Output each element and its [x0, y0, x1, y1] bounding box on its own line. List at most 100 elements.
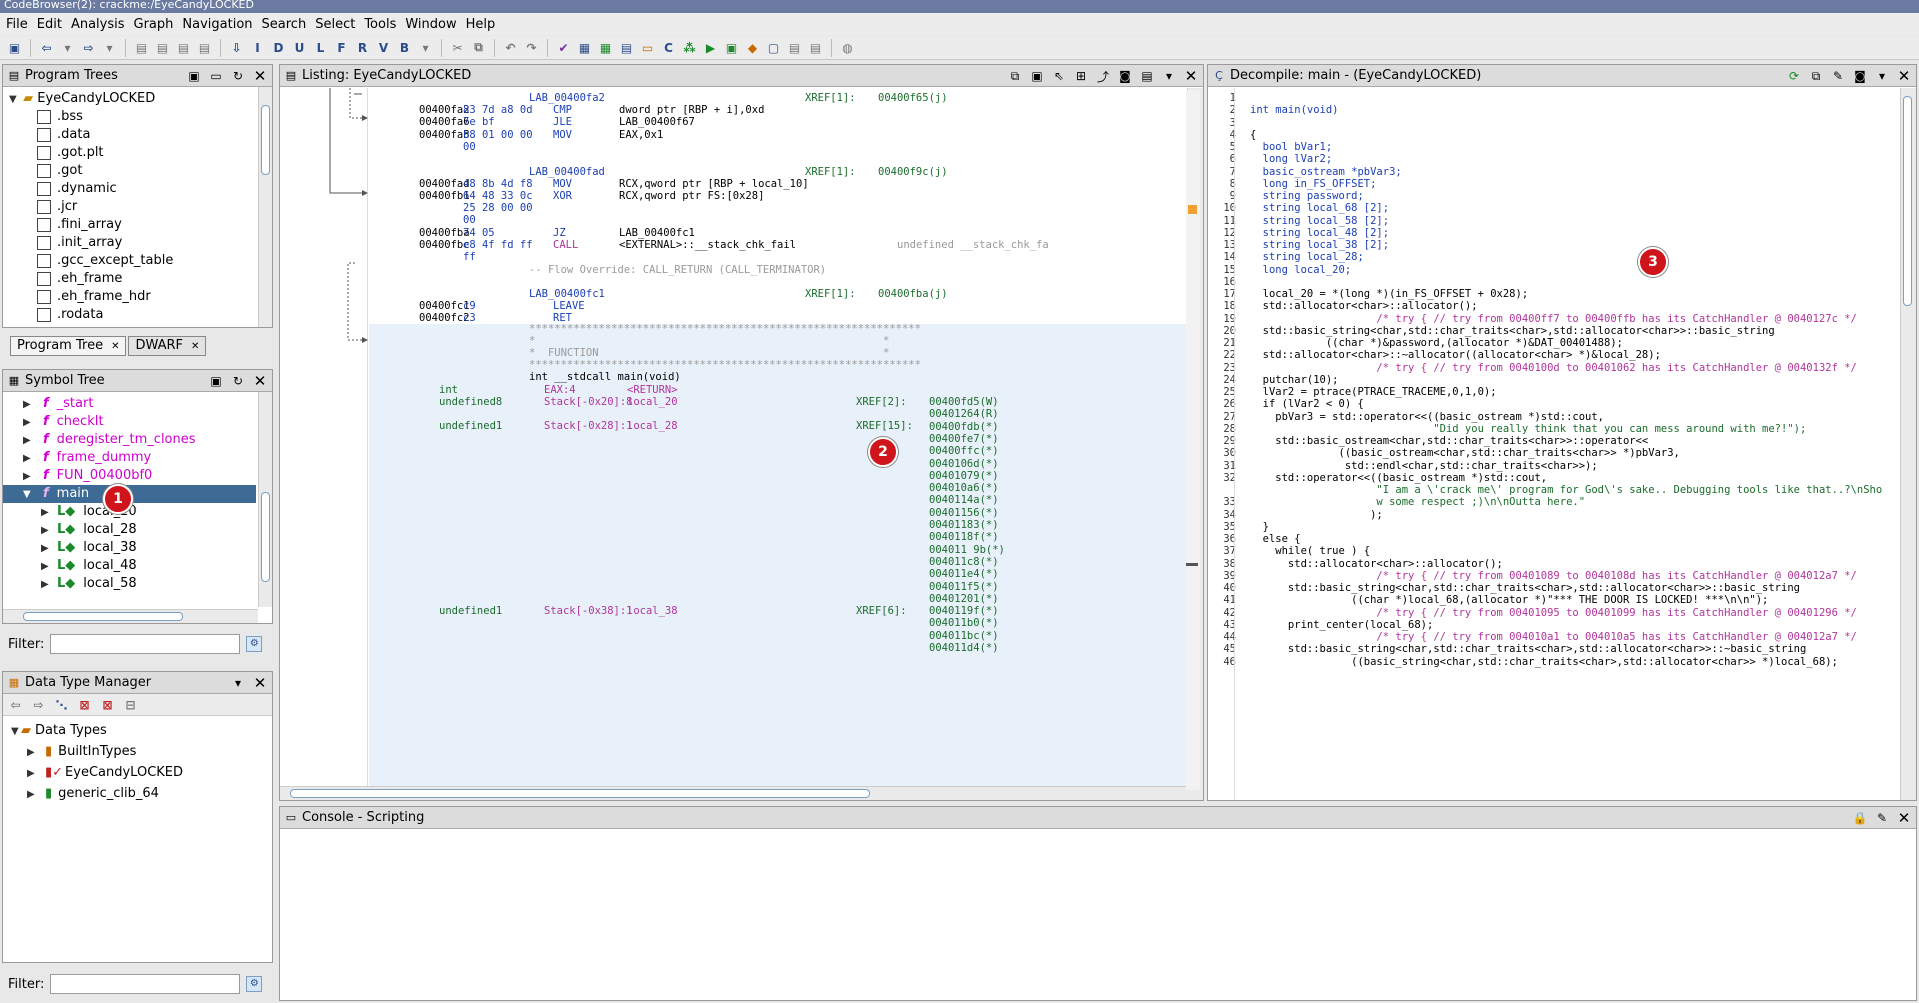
next-function-icon[interactable]: ▤ [196, 39, 213, 56]
decompile-line[interactable]: 37 while( true ) { [1212, 545, 1370, 557]
decompile-line[interactable]: 30 ((basic_ostream<char,std::char_traits… [1212, 447, 1680, 459]
listing-xref-label[interactable]: XREF[1]: [805, 92, 856, 104]
non-function-icon[interactable]: R [354, 39, 371, 56]
section-item[interactable]: .got [3, 162, 272, 180]
listing-function-border[interactable]: ****************************************… [529, 359, 921, 371]
listing-comment[interactable]: undefined __stack_chk_fa [897, 239, 1049, 251]
menu-help[interactable]: Help [466, 17, 496, 32]
history-dropdown-icon[interactable]: ▾ [59, 39, 76, 56]
listing-operand[interactable]: RCX,qword ptr FS:[0x28] [619, 190, 764, 202]
listing-address[interactable]: 00400fa6 [419, 116, 470, 128]
close-icon[interactable]: ✕ [1183, 67, 1199, 85]
scroll-thumb[interactable] [290, 789, 870, 798]
menu-analysis[interactable]: Analysis [71, 17, 125, 32]
value-icon[interactable]: V [375, 39, 392, 56]
listing-bytes[interactable]: ff [463, 251, 476, 263]
check-icon[interactable]: ✔ [555, 39, 572, 56]
close-icon[interactable]: ✕ [252, 372, 268, 390]
listing-xref-address[interactable]: 00400fba(j) [878, 288, 948, 300]
decompile-line[interactable]: 36 else { [1212, 533, 1300, 545]
listing-mnemonic[interactable]: JLE [553, 116, 572, 128]
listing-xref-address[interactable]: 0040118f(*) [929, 531, 999, 543]
listing-xref-address[interactable]: 004011c8(*) [929, 556, 999, 568]
decompile-line[interactable]: 7 basic_ostream *pbVar3; [1212, 166, 1402, 178]
decompile-line[interactable]: 44 /* try { // try from 004010a1 to 0040… [1212, 631, 1857, 643]
listing-address[interactable]: 00400fba [419, 227, 470, 239]
decompile-line[interactable]: 20 std::basic_string<char,std::char_trai… [1212, 325, 1774, 337]
function-item[interactable]: ▶ f FUN_00400bf0 [3, 467, 272, 485]
local-var-item[interactable]: ▶L◆local_20 [3, 503, 272, 521]
listing-param-location[interactable]: Stack[-0x38]:1 [544, 605, 633, 617]
history-dropdown-icon[interactable]: ▾ [101, 39, 118, 56]
listing-xref-address[interactable]: 004011d4(*) [929, 642, 999, 654]
instruction-icon[interactable]: I [249, 39, 266, 56]
data-type-archive[interactable]: ▶ ▮ generic_clib_64 [3, 785, 272, 806]
decompile-line[interactable]: 22 std::allocator<char>::~allocator((all… [1212, 349, 1661, 361]
close-icon[interactable]: ✕ [252, 67, 268, 85]
horizontal-scrollbar[interactable] [3, 609, 258, 623]
listing-xref-address[interactable]: 00400f65(j) [878, 92, 948, 104]
vertical-scrollbar[interactable] [258, 87, 272, 327]
decompile-line[interactable]: 34 ); [1212, 509, 1382, 521]
listing-xref-address[interactable]: 004011bc(*) [929, 630, 999, 642]
folder-icon[interactable]: ▭ [639, 39, 656, 56]
save-icon[interactable]: ▣ [6, 39, 23, 56]
menu-edit[interactable]: Edit [37, 17, 62, 32]
section-item[interactable]: .got.plt [3, 144, 272, 162]
forward-icon[interactable]: ⇨ [30, 696, 47, 713]
decompile-line[interactable]: 27 pbVar3 = std::operator<<((basic_ostre… [1212, 411, 1604, 423]
listing-function-border[interactable]: ****************************************… [529, 323, 921, 335]
help-icon[interactable]: ◍ [839, 39, 856, 56]
decompile-line[interactable]: 41 ((char *)local_68,(allocator *)"*** T… [1212, 594, 1768, 606]
defined-strings-icon[interactable]: ▦ [597, 39, 614, 56]
listing-xref-label[interactable]: XREF[2]: [856, 396, 907, 408]
listing-xref-address[interactable]: 0040114a(*) [929, 494, 999, 506]
section-item[interactable]: .eh_frame [3, 270, 272, 288]
listing-address[interactable]: 00400fc1 [419, 300, 470, 312]
listing-mnemonic[interactable]: MOV [553, 178, 572, 190]
filter-options-icon[interactable]: ⚙ [246, 976, 263, 992]
copy-icon[interactable]: ⧉ [470, 39, 487, 56]
decompile-line[interactable]: 29 std::basic_ostream<char,std::char_tra… [1212, 435, 1648, 447]
listing-xref-address[interactable]: 004010a6(*) [929, 482, 999, 494]
collapse-icon[interactable]: ⊟ [122, 696, 139, 713]
listing-mnemonic[interactable]: XOR [553, 190, 572, 202]
function-item[interactable]: ▶ f frame_dummy [3, 449, 272, 467]
decompile-line[interactable]: 13 string local_38 [2]; [1212, 239, 1389, 251]
back-icon[interactable]: ⇦ [7, 696, 24, 713]
flow-arrows-icon[interactable]: ⤴ [1095, 68, 1111, 85]
cut-icon[interactable]: ✂ [449, 39, 466, 56]
listing-operand[interactable]: LAB_00400f67 [619, 116, 695, 128]
listing-xref-address[interactable]: 00400f9c(j) [878, 166, 948, 178]
label-icon[interactable]: L [312, 39, 329, 56]
listing-address[interactable]: 00400fa8 [419, 129, 470, 141]
listing-xref-label[interactable]: XREF[1]: [805, 166, 856, 178]
close-icon[interactable]: ✕ [1896, 67, 1912, 85]
copy-icon[interactable]: ⧉ [1007, 69, 1023, 84]
scroll-thumb[interactable] [23, 612, 183, 621]
decompile-line[interactable]: 18 std::allocator<char>::allocator(); [1212, 300, 1477, 312]
horizontal-scrollbar[interactable] [280, 786, 1189, 800]
section-item[interactable]: .eh_frame_hdr [3, 288, 272, 306]
decompile-line[interactable]: 21 ((char *)&password,(allocator *)&DAT_… [1212, 337, 1623, 349]
local-var-item[interactable]: ▶ L◆ local_58 [3, 575, 272, 593]
listing-xref-address[interactable]: 004011f5(*) [929, 581, 999, 593]
data-types-root[interactable]: ▼ ▰ Data Types [3, 722, 272, 743]
section-item[interactable]: .fini_array [3, 216, 272, 234]
listing-mnemonic[interactable]: JZ [553, 227, 566, 239]
snapshot-icon[interactable]: ◙ [1852, 69, 1868, 83]
listing-operand[interactable]: <EXTERNAL>::__stack_chk_fail [619, 239, 796, 251]
local-var-item[interactable]: ▶ L◆ local_48 [3, 557, 272, 575]
scroll-thumb[interactable] [1903, 96, 1912, 306]
decompile-line[interactable]: 11 string local_58 [2]; [1212, 215, 1389, 227]
data-type-archive[interactable]: ▶ ▮✓ EyeCandyLOCKED [3, 764, 272, 785]
listing-operand[interactable]: EAX,0x1 [619, 129, 663, 141]
listing-param-location[interactable]: EAX:4 [544, 384, 576, 396]
listing-code[interactable]: LAB_00400fa2 XREF[1]: 00400f65(j) 00400fa2 8… [369, 88, 1186, 800]
listing-xref-address[interactable]: 004011e4(*) [929, 568, 999, 580]
listing-param-name[interactable]: local_20 [627, 396, 678, 408]
exclude-icon[interactable]: ⊠ [76, 696, 93, 713]
listing-param-location[interactable]: Stack[-0x28]:1 [544, 420, 633, 432]
listing-param-type[interactable]: undefined1 [439, 420, 502, 432]
listing-xref-address[interactable]: 00400fdb(*) [929, 421, 999, 433]
